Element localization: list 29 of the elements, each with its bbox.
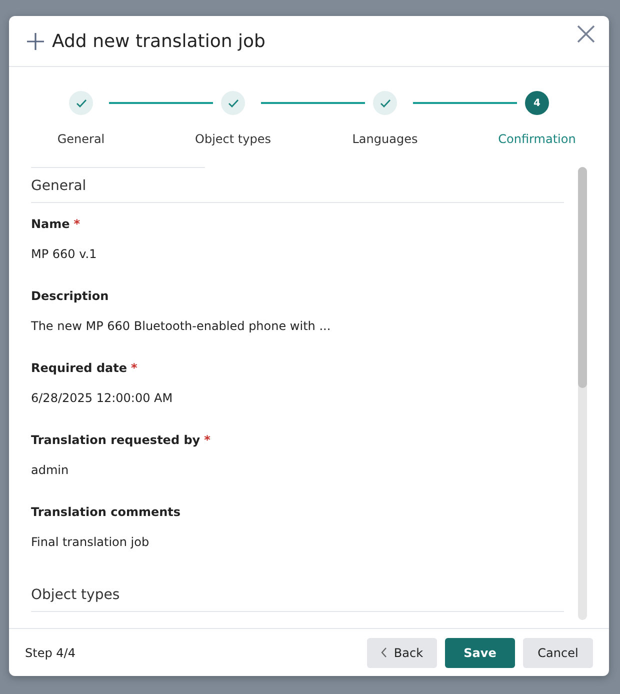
field-label: Translation requested by *	[31, 433, 212, 447]
check-icon	[76, 98, 86, 108]
field-value: admin	[31, 463, 70, 477]
cancel-button[interactable]: Cancel	[523, 638, 593, 668]
field-label: Required date *	[31, 361, 138, 375]
check-icon	[228, 98, 238, 108]
field-value: MP 660 v.1	[31, 247, 98, 261]
step-label[interactable]: Object types	[195, 132, 271, 146]
step-label[interactable]: Languages	[352, 132, 418, 146]
close-icon[interactable]	[577, 25, 595, 43]
field-value: 6/28/2025 12:00:00 AM	[31, 391, 174, 405]
field-value: Final translation job	[31, 535, 150, 549]
field-value: The new MP 660 Bluetooth-enabled phone with ...	[31, 319, 332, 333]
back-button[interactable]: Back	[367, 638, 437, 668]
step-number: 4	[525, 91, 549, 115]
field-label: Name *	[31, 217, 82, 231]
field-label: Translation comments	[31, 505, 182, 519]
step-label[interactable]: Confirmation	[498, 132, 576, 146]
dialog-title: Add new translation job	[52, 30, 266, 52]
save-button[interactable]: Save	[445, 638, 515, 668]
step-counter: Step 4/4	[25, 646, 76, 660]
section-title: Object types	[31, 577, 564, 612]
section-title: General	[31, 168, 564, 203]
check-icon	[380, 98, 390, 108]
field-label: Description	[31, 289, 110, 303]
scrollbar-thumb[interactable]	[578, 167, 587, 388]
chevron-left-icon	[380, 647, 387, 658]
step-label[interactable]: General	[57, 132, 105, 146]
plus-icon	[27, 32, 44, 50]
